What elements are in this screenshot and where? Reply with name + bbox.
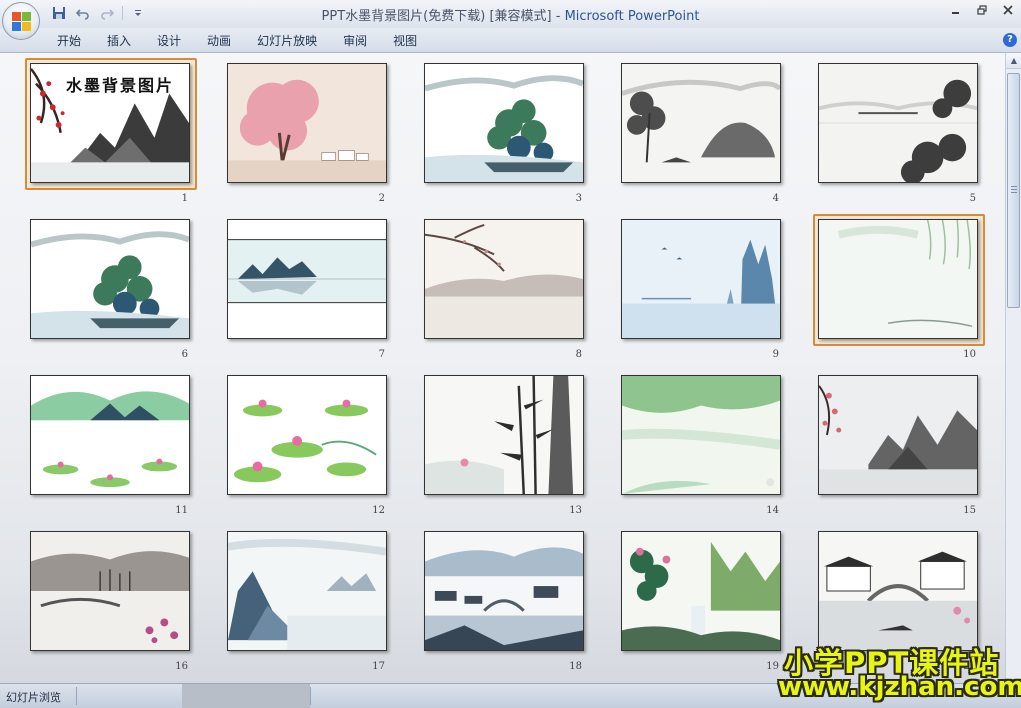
slide-image[interactable] xyxy=(424,219,584,339)
slide-image[interactable] xyxy=(621,63,781,183)
slide-thumbnail-19[interactable]: 19 xyxy=(621,531,785,672)
slide-thumbnail-12[interactable]: 12 xyxy=(227,375,391,516)
restore-icon[interactable] xyxy=(977,5,987,18)
slide-number: 2 xyxy=(378,193,385,204)
slide-thumbnail-9[interactable]: 9 xyxy=(621,219,785,360)
slide-thumbnail-13[interactable]: 13 xyxy=(424,375,588,516)
slide-number: 4 xyxy=(772,193,779,204)
title-bar: PPT水墨背景图片(免费下载) [兼容模式] - Microsoft Power… xyxy=(0,0,1021,28)
slide-thumbnail-7[interactable]: 7 xyxy=(227,219,391,360)
slide-thumbnail-10[interactable]: 10 xyxy=(813,214,985,360)
slide-number: 3 xyxy=(575,193,582,204)
status-scroll-region[interactable] xyxy=(182,684,310,708)
slide-number: 14 xyxy=(766,505,779,516)
slide-thumbnail-14[interactable]: 14 xyxy=(621,375,785,516)
slide-image[interactable] xyxy=(818,63,978,183)
window-title: PPT水墨背景图片(免费下载) [兼容模式] - Microsoft Power… xyxy=(0,5,1021,24)
slide-image[interactable] xyxy=(227,219,387,339)
slide-number: 6 xyxy=(181,349,188,360)
slide-thumbnail-11[interactable]: 11 xyxy=(30,375,194,516)
site-watermark: 小学PPT课件站 www.kjzhan.com xyxy=(774,636,1021,702)
slide-image[interactable] xyxy=(818,219,978,339)
slide-number: 10 xyxy=(963,349,976,360)
slide-number: 16 xyxy=(175,661,188,672)
slide-image[interactable] xyxy=(227,63,387,183)
status-separator xyxy=(310,687,311,705)
slide-number: 5 xyxy=(969,193,976,204)
slide-image[interactable] xyxy=(818,531,978,651)
app-name: Microsoft PowerPoint xyxy=(564,9,700,24)
scroll-thumb[interactable] xyxy=(1007,73,1020,308)
ribbon-tabs: 开始 插入 设计 动画 幻灯片放映 审阅 视图 xyxy=(44,32,430,50)
slide-thumbnail-5[interactable]: 5 xyxy=(818,63,982,204)
slide-image[interactable] xyxy=(424,375,584,495)
slide-thumbnail-1[interactable]: 水墨背景图片 1 xyxy=(25,58,197,204)
tab-design[interactable]: 设计 xyxy=(144,32,194,50)
help-icon[interactable]: ? xyxy=(1003,33,1017,47)
watermark-url: www.kjzhan.com xyxy=(778,672,1021,702)
slide-image[interactable] xyxy=(227,531,387,651)
tab-review[interactable]: 审阅 xyxy=(330,32,380,50)
slide-number: 19 xyxy=(766,661,779,672)
tab-slide-show[interactable]: 幻灯片放映 xyxy=(244,32,330,50)
slide-number: 8 xyxy=(575,349,582,360)
vertical-scrollbar[interactable]: ▲ xyxy=(1005,53,1021,683)
slide-image[interactable] xyxy=(424,63,584,183)
grip-icon xyxy=(1011,186,1017,195)
slide-thumbnail-8[interactable]: 8 xyxy=(424,219,588,360)
office-logo-icon xyxy=(12,12,32,32)
minimize-icon[interactable] xyxy=(951,5,961,18)
slide-image[interactable] xyxy=(30,531,190,651)
close-icon[interactable] xyxy=(1003,5,1013,18)
slide-image[interactable] xyxy=(30,375,190,495)
office-button[interactable] xyxy=(2,2,40,40)
scroll-up-icon[interactable]: ▲ xyxy=(1006,53,1021,69)
title-separator: - xyxy=(551,9,565,24)
tab-insert[interactable]: 插入 xyxy=(94,32,144,50)
slide-number: 15 xyxy=(963,505,976,516)
ribbon: 开始 插入 设计 动画 幻灯片放映 审阅 视图 ? xyxy=(0,28,1021,53)
status-separator xyxy=(76,687,77,705)
slide-image[interactable] xyxy=(818,375,978,495)
slide-thumbnail-6[interactable]: 6 xyxy=(30,219,194,360)
slide-thumbnail-16[interactable]: 16 xyxy=(30,531,194,672)
tab-home[interactable]: 开始 xyxy=(44,32,94,50)
slide-image[interactable] xyxy=(621,219,781,339)
slide-thumbnail-15[interactable]: 15 xyxy=(818,375,982,516)
window-controls xyxy=(951,5,1013,18)
slide-image[interactable]: 水墨背景图片 xyxy=(30,63,190,183)
document-title: PPT水墨背景图片(免费下载) [兼容模式] xyxy=(321,9,552,24)
slide-number: 18 xyxy=(569,661,582,672)
slide-number: 7 xyxy=(378,349,385,360)
slide-number: 17 xyxy=(372,661,385,672)
slide-thumbnail-4[interactable]: 4 xyxy=(621,63,785,204)
slide-number: 9 xyxy=(772,349,779,360)
slide-image[interactable] xyxy=(424,531,584,651)
slide-title: 水墨背景图片 xyxy=(66,76,175,95)
slide-image[interactable] xyxy=(30,219,190,339)
view-status-label: 幻灯片浏览 xyxy=(6,691,61,704)
slide-number: 13 xyxy=(569,505,582,516)
slide-thumbnail-3[interactable]: 3 xyxy=(424,63,588,204)
slide-image[interactable] xyxy=(621,531,781,651)
slide-number: 1 xyxy=(181,193,188,204)
tab-animations[interactable]: 动画 xyxy=(194,32,244,50)
slide-thumbnail-18[interactable]: 18 xyxy=(424,531,588,672)
slide-sorter: 水墨背景图片 1 2 3 4 5 6 7 8 9 10 11 12 13 14 … xyxy=(0,53,1005,683)
slide-image[interactable] xyxy=(621,375,781,495)
slide-number: 12 xyxy=(372,505,385,516)
slide-number: 11 xyxy=(175,505,188,516)
slide-thumbnail-2[interactable]: 2 xyxy=(227,63,391,204)
tab-view[interactable]: 视图 xyxy=(380,32,430,50)
slide-thumbnail-17[interactable]: 17 xyxy=(227,531,391,672)
slide-image[interactable] xyxy=(227,375,387,495)
